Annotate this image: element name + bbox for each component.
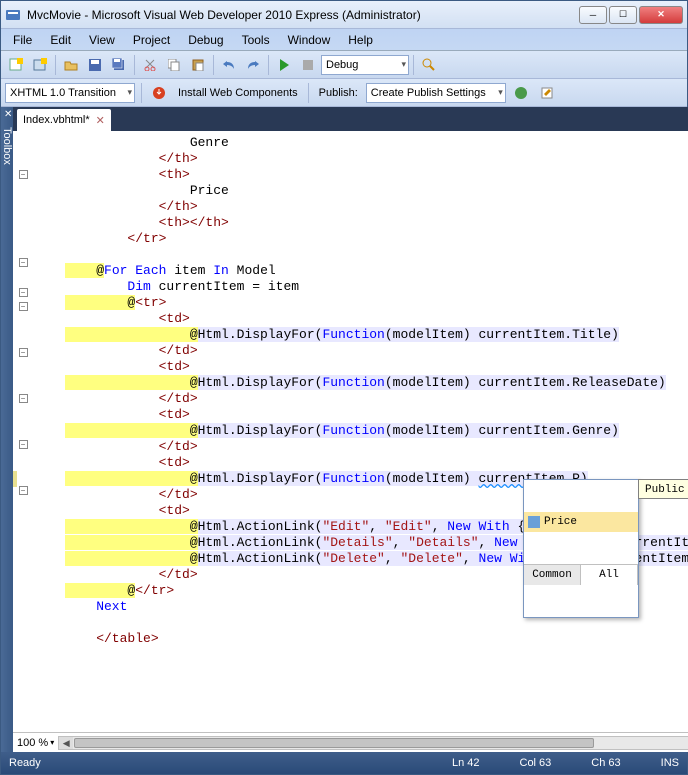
intellisense-tab-all[interactable]: All — [581, 565, 638, 585]
cut-button[interactable] — [139, 54, 161, 76]
toolbar-secondary: XHTML 1.0 Transition Install Web Compone… — [1, 79, 687, 107]
undo-button[interactable] — [218, 54, 240, 76]
editor-bottom-bar: 100 %▾ ◀ ▶ — [13, 732, 688, 752]
status-ch: Ch 63 — [591, 757, 620, 769]
status-line: Ln 42 — [452, 757, 480, 769]
fold-toggle[interactable]: − — [19, 258, 28, 267]
install-components-label[interactable]: Install Web Components — [174, 87, 302, 99]
open-button[interactable] — [60, 54, 82, 76]
horizontal-scrollbar[interactable]: ◀ ▶ — [58, 736, 688, 750]
maximize-button[interactable]: ☐ — [609, 6, 637, 24]
intellisense-item[interactable]: Price — [524, 512, 638, 532]
toolbox-pin-icon[interactable]: ✕ — [4, 109, 12, 120]
fold-toggle[interactable]: − — [19, 288, 28, 297]
status-ins: INS — [661, 757, 679, 769]
new-project-button[interactable] — [5, 54, 27, 76]
fold-toggle[interactable]: − — [19, 486, 28, 495]
status-ready: Ready — [9, 757, 41, 769]
close-button[interactable]: ✕ — [639, 6, 683, 24]
editor-area: Index.vbhtml* ✕ ▾ − − − − − − − — [13, 107, 688, 752]
config-dropdown[interactable]: Debug — [321, 55, 409, 75]
statusbar: Ready Ln 42 Col 63 Ch 63 INS — [1, 752, 687, 774]
publish-edit-button[interactable] — [536, 82, 558, 104]
fold-toggle[interactable]: − — [19, 170, 28, 179]
tab-close-icon[interactable]: ✕ — [96, 114, 105, 127]
code-content[interactable]: Genre </th> <th> Price </th> <th></th> <… — [63, 131, 688, 732]
menubar: File Edit View Project Debug Tools Windo… — [1, 29, 687, 51]
toolbox-panel[interactable]: ✕ Toolbox — [1, 107, 13, 752]
find-button[interactable] — [418, 54, 440, 76]
code-editor[interactable]: − − − − − − − − Genre — [13, 131, 688, 732]
menu-help[interactable]: Help — [340, 31, 381, 49]
fold-toggle[interactable]: − — [19, 302, 28, 311]
redo-button[interactable] — [242, 54, 264, 76]
publish-web-button[interactable] — [510, 82, 532, 104]
menu-project[interactable]: Project — [125, 31, 178, 49]
menu-tools[interactable]: Tools — [234, 31, 278, 49]
intellisense-tab-common[interactable]: Common — [524, 565, 581, 585]
intellisense-tooltip: Public Prope — [638, 479, 688, 499]
toolbox-label: Toolbox — [1, 127, 13, 165]
doctype-dropdown[interactable]: XHTML 1.0 Transition — [5, 83, 135, 103]
menu-debug[interactable]: Debug — [180, 31, 231, 49]
hscroll-thumb[interactable] — [74, 738, 594, 748]
publish-label: Publish: — [315, 87, 362, 99]
start-debug-button[interactable] — [273, 54, 295, 76]
paste-button[interactable] — [187, 54, 209, 76]
publish-dropdown[interactable]: Create Publish Settings — [366, 83, 506, 103]
intellisense-popup[interactable]: Price Common All Public Prope — [523, 479, 688, 618]
intellisense-item-label: Price — [544, 514, 577, 530]
document-tabbar: Index.vbhtml* ✕ ▾ — [13, 107, 688, 131]
titlebar: MvcMovie - Microsoft Visual Web Develope… — [1, 1, 687, 29]
menu-file[interactable]: File — [5, 31, 40, 49]
window-title: MvcMovie - Microsoft Visual Web Develope… — [27, 8, 579, 22]
new-website-button[interactable] — [29, 54, 51, 76]
fold-toggle[interactable]: − — [19, 394, 28, 403]
tab-label: Index.vbhtml* — [23, 114, 90, 126]
fold-toggle[interactable]: − — [19, 440, 28, 449]
scroll-left-button[interactable]: ◀ — [59, 737, 73, 749]
menu-window[interactable]: Window — [280, 31, 339, 49]
zoom-dropdown[interactable]: 100 %▾ — [17, 737, 54, 749]
install-components-icon[interactable] — [148, 82, 170, 104]
minimize-button[interactable]: ─ — [579, 6, 607, 24]
workspace: ✕ Toolbox Index.vbhtml* ✕ ▾ − − − − − — [1, 107, 687, 752]
save-all-button[interactable] — [108, 54, 130, 76]
app-icon — [5, 7, 21, 23]
gutter — [33, 131, 63, 732]
outline-margin: − − − − − − − − — [13, 131, 33, 732]
document-tab[interactable]: Index.vbhtml* ✕ — [17, 109, 111, 131]
stop-debug-button[interactable] — [297, 54, 319, 76]
menu-edit[interactable]: Edit — [42, 31, 79, 49]
menu-view[interactable]: View — [81, 31, 123, 49]
toolbar-main: Debug — [1, 51, 687, 79]
save-button[interactable] — [84, 54, 106, 76]
copy-button[interactable] — [163, 54, 185, 76]
status-col: Col 63 — [520, 757, 552, 769]
property-icon — [528, 516, 540, 528]
fold-toggle[interactable]: − — [19, 348, 28, 357]
